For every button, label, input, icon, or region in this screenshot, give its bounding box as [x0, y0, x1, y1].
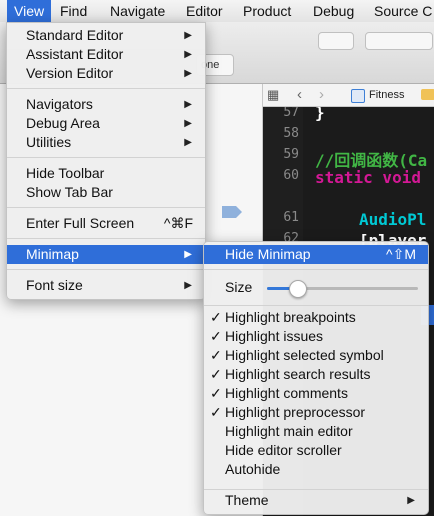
checkmark-icon: ✓ [210, 347, 222, 363]
menu-source-control[interactable]: Source C [367, 0, 434, 22]
menu-item-minimap-option[interactable]: ✓ Highlight preprocessor [204, 403, 428, 422]
submenu-arrow-icon: ▶ [184, 68, 192, 79]
toolbar-button[interactable] [318, 32, 354, 50]
option-label: Highlight breakpoints [225, 309, 356, 325]
menu-item-utilities[interactable]: Utilities ▶ [7, 133, 205, 152]
menu-item-assistant-editor[interactable]: Assistant Editor ▶ [7, 45, 205, 64]
menu-separator [7, 88, 205, 89]
submenu-arrow-icon: ▶ [184, 99, 192, 110]
option-label: Hide editor scroller [225, 442, 342, 458]
line-number: 57 [283, 107, 299, 120]
menu-find[interactable]: Find [53, 0, 94, 22]
code-line: AudioPl [359, 210, 427, 229]
menu-item-font-size[interactable]: Font size ▶ [7, 276, 205, 295]
checkmark-icon: ✓ [210, 366, 222, 382]
menu-item-version-editor[interactable]: Version Editor ▶ [7, 64, 205, 83]
toolbar-button[interactable] [365, 32, 433, 50]
minimap-submenu: Hide Minimap ^⇧M Size Theme ▶ ✓ Highlight… [203, 241, 429, 515]
menu-item-debug-area[interactable]: Debug Area ▶ [7, 114, 205, 133]
code-line: static void [315, 168, 421, 187]
menu-item-theme[interactable]: Theme ▶ [204, 491, 428, 510]
code-line: } [315, 107, 325, 122]
menu-item-hide-minimap[interactable]: Hide Minimap ^⇧M [204, 245, 428, 264]
back-arrow-icon[interactable]: ‹ [297, 84, 302, 106]
menu-item-hide-toolbar[interactable]: Hide Toolbar [7, 164, 205, 183]
size-slider[interactable] [267, 280, 418, 298]
size-label: Size [225, 279, 253, 295]
menu-separator [7, 269, 205, 270]
menu-item-minimap-option[interactable]: ✓ Highlight comments [204, 384, 428, 403]
checkmark-icon: ✓ [210, 385, 222, 401]
submenu-arrow-icon: ▶ [184, 30, 192, 41]
forward-arrow-icon[interactable]: › [319, 84, 324, 106]
menu-item-minimap-option[interactable]: ✓ Highlight selected symbol [204, 346, 428, 365]
shortcut-label: ^⇧M [386, 246, 416, 262]
menu-bar: View Find Navigate Editor Product Debug … [0, 0, 434, 23]
minimap-size-row: Size [204, 276, 428, 300]
menu-separator [7, 157, 205, 158]
menu-item-minimap-option[interactable]: Autohide [204, 460, 428, 479]
menu-separator [204, 305, 428, 306]
view-menu: Standard Editor ▶ Assistant Editor ▶ Ver… [6, 22, 206, 300]
line-number: 58 [283, 126, 299, 141]
menu-separator [204, 489, 428, 490]
checkmark-icon: ✓ [210, 309, 222, 325]
option-label: Highlight issues [225, 328, 324, 344]
menu-item-minimap-option[interactable]: ✓ Highlight issues [204, 327, 428, 346]
option-label: Autohide [225, 461, 281, 477]
menu-editor[interactable]: Editor [179, 0, 230, 22]
menu-separator [7, 207, 205, 208]
option-label: Highlight preprocessor [225, 404, 366, 420]
menu-item-standard-editor[interactable]: Standard Editor ▶ [7, 26, 205, 45]
submenu-arrow-icon: ▶ [407, 495, 415, 506]
menu-navigate[interactable]: Navigate [103, 0, 172, 22]
checkmark-icon: ✓ [210, 404, 222, 420]
submenu-arrow-icon: ▶ [184, 49, 192, 60]
menu-product[interactable]: Product [236, 0, 298, 22]
option-label: Highlight comments [225, 385, 348, 401]
menu-item-minimap-option[interactable]: ✓ Highlight search results [204, 365, 428, 384]
option-label: Highlight selected symbol [225, 347, 384, 363]
checkmark-icon: ✓ [210, 328, 222, 344]
jump-bar: ▦ ‹ › Fitness [263, 84, 434, 107]
related-items-icon[interactable]: ▦ [267, 84, 279, 106]
submenu-arrow-icon: ▶ [184, 249, 192, 260]
line-number: 59 [283, 147, 299, 162]
menu-item-minimap-option[interactable]: ✓ Highlight breakpoints [204, 308, 428, 327]
shortcut-label: ^⌘F [163, 215, 193, 231]
slider-knob[interactable] [289, 280, 308, 298]
line-number: 61 [283, 210, 299, 225]
submenu-arrow-icon: ▶ [184, 280, 192, 291]
menu-item-navigators[interactable]: Navigators ▶ [7, 95, 205, 114]
project-file-icon [351, 89, 365, 103]
option-label: Highlight search results [225, 366, 371, 382]
submenu-arrow-icon: ▶ [184, 118, 192, 129]
menu-separator [204, 269, 428, 270]
submenu-arrow-icon: ▶ [184, 137, 192, 148]
line-number: 60 [283, 168, 299, 183]
menu-item-enter-full-screen[interactable]: Enter Full Screen ^⌘F [7, 214, 205, 233]
breakpoint-indicator[interactable] [222, 206, 242, 218]
menu-item-minimap-option[interactable]: Hide editor scroller [204, 441, 428, 460]
jump-bar-project[interactable]: Fitness [369, 84, 404, 106]
option-label: Highlight main editor [225, 423, 353, 439]
menu-debug[interactable]: Debug [306, 0, 361, 22]
menu-view[interactable]: View [7, 0, 52, 22]
menu-item-minimap-option[interactable]: Highlight main editor [204, 422, 428, 441]
menu-item-minimap[interactable]: Minimap ▶ [7, 245, 205, 264]
menu-separator [7, 238, 205, 239]
menu-item-show-tab-bar[interactable]: Show Tab Bar [7, 183, 205, 202]
folder-icon[interactable] [421, 89, 434, 100]
